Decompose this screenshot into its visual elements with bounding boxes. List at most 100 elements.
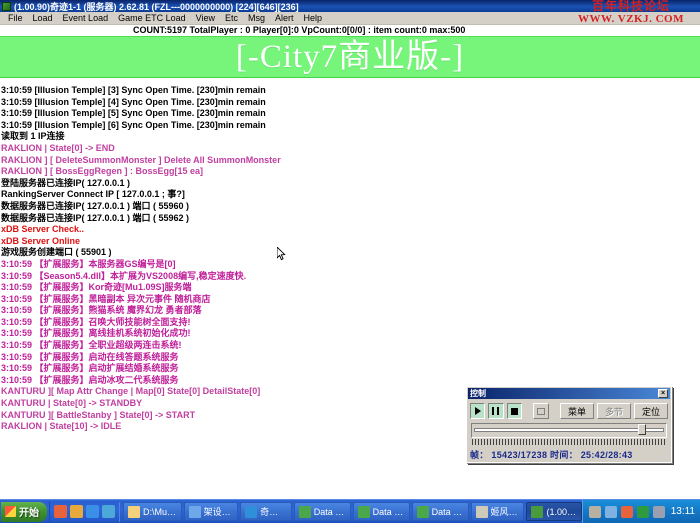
pause-icon [492, 407, 499, 415]
log-line: 3:10:59 【扩展服务】本服务器GS编号是[0] [0, 259, 700, 271]
task-icon [358, 506, 370, 518]
edition-banner: [-City7商业版-] [0, 36, 700, 78]
media-icon[interactable] [102, 505, 115, 518]
taskbar-task-button[interactable]: 奇迹Mu数... [240, 502, 292, 521]
control-dialog-titlebar[interactable]: 控制 × [468, 388, 670, 399]
task-icon [189, 506, 201, 518]
task-label: Data Server... [373, 507, 405, 517]
log-line: 3:10:59 【扩展服务】全职业超级两连击系统! [0, 340, 700, 352]
slider-track [474, 428, 664, 432]
playback-status-text: 帧： 15423/17238 时间： 25:42/28:43 [470, 448, 668, 461]
network-icon[interactable] [605, 506, 617, 518]
forum-name: 百年科技论坛 [566, 0, 696, 13]
stop-button[interactable] [507, 403, 522, 419]
task-label: (1.00.90)奇... [546, 505, 576, 518]
application-window: (1.00.90)奇迹1-1 (服务器) 2.62.81 (FZL---0000… [0, 0, 700, 523]
log-line: 3:10:59 [Illusion Temple] [3] Sync Open … [0, 85, 700, 97]
task-label: D:\MuOnline... [143, 507, 177, 517]
taskbar-task-button[interactable]: Data Server... [353, 502, 410, 521]
log-line: 3:10:59 【扩展服务】离线挂机系统初始化成功! [0, 328, 700, 340]
log-line: 数据服务器已连接IP( 127.0.0.1 ) 端口 ( 55962 ) [0, 213, 700, 225]
window-title: (1.00.90)奇迹1-1 (服务器) 2.62.81 (FZL---0000… [14, 0, 299, 12]
log-line: 登陆服务器已连接IP( 127.0.0.1 ) [0, 178, 700, 190]
menu-item-alert[interactable]: Alert [270, 13, 299, 23]
system-tray: 13:11 [582, 500, 700, 523]
eject-icon [537, 408, 545, 415]
menu-item-event-load[interactable]: Event Load [58, 13, 114, 23]
control-dialog-title: 控制 [470, 388, 486, 399]
log-line: RAKLION | State[0] -> END [0, 143, 700, 155]
clock-tray-icon[interactable] [653, 506, 665, 518]
taskbar-task-button[interactable]: 姬风网络Q... [471, 502, 525, 521]
taskbar-task-button[interactable]: Data Server... [294, 502, 351, 521]
log-line: 读取到 1 IP连接 [0, 131, 700, 143]
menu-item-help[interactable]: Help [299, 13, 328, 23]
edition-banner-text: [-City7商业版-] [236, 40, 464, 74]
task-label: Data Server... [432, 507, 464, 517]
taskbar: 开始 D:\MuOnline... 架设说明 - ... 奇迹Mu数... Data … [0, 499, 700, 523]
log-line: RAKLION ] [ DeleteSummonMonster ] Delete… [0, 155, 700, 167]
close-icon[interactable]: × [658, 389, 668, 398]
log-line: 3:10:59 【扩展服务】熊猫系统 魔界幻龙 勇者部落 [0, 305, 700, 317]
log-line: xDB Server Online [0, 236, 700, 248]
eject-button[interactable] [533, 403, 548, 419]
taskbar-clock: 13:11 [671, 506, 695, 517]
server-status-strip: COUNT:5197 TotalPlayer : 0 Player[0]:0 V… [0, 25, 700, 36]
taskbar-task-button[interactable]: Data Server... [412, 502, 469, 521]
printer-icon[interactable] [589, 506, 601, 518]
start-button-label: 开始 [19, 504, 39, 519]
locate-button[interactable]: 定位 [634, 403, 668, 419]
system-menu-icon[interactable] [2, 2, 11, 11]
task-icon [417, 506, 429, 518]
task-label: 架设说明 - ... [204, 505, 234, 518]
task-label: 姬风网络Q... [491, 505, 520, 518]
control-dialog[interactable]: 控制 × 菜单 多节 定位 帧： 15423/17238 时间： 25:42/2… [466, 386, 672, 463]
task-icon [299, 506, 311, 518]
forum-url: WWW. VZKJ. COM [566, 13, 696, 26]
menu-item-load[interactable]: Load [28, 13, 58, 23]
stop-icon [511, 408, 518, 415]
log-line: 3:10:59 [Illusion Temple] [5] Sync Open … [0, 108, 700, 120]
log-line: 3:10:59 【扩展服务】黑暗副本 异次元事件 随机商店 [0, 294, 700, 306]
pause-button[interactable] [488, 403, 503, 419]
task-icon [531, 506, 543, 518]
menu-item-file[interactable]: File [3, 13, 28, 23]
transport-button-row: 菜单 多节 定位 [470, 403, 668, 419]
task-icon [476, 506, 488, 518]
log-line: 数据服务器已连接IP( 127.0.0.1 ) 端口 ( 55960 ) [0, 201, 700, 213]
menu-item-view[interactable]: View [191, 13, 220, 23]
messenger-icon[interactable] [70, 505, 83, 518]
server-counts-text: COUNT:5197 TotalPlayer : 0 Player[0]:0 V… [133, 25, 465, 35]
start-button[interactable]: 开始 [1, 502, 47, 522]
log-line: 3:10:59 [Illusion Temple] [6] Sync Open … [0, 120, 700, 132]
log-line: 3:10:59 【扩展服务】启动冰攻二代系统服务 [0, 375, 700, 387]
log-line: 3:10:59 【Season5.4.dll】本扩展为VS2008编写,稳定速度… [0, 271, 700, 283]
task-label: 奇迹Mu数... [260, 505, 287, 518]
shield-icon[interactable] [637, 506, 649, 518]
log-line: 3:10:59 [Illusion Temple] [4] Sync Open … [0, 97, 700, 109]
task-icon [128, 506, 140, 518]
control-dialog-body: 菜单 多节 定位 帧： 15423/17238 时间： 25:42/28:43 [467, 400, 671, 464]
taskbar-task-button[interactable]: D:\MuOnline... [123, 502, 182, 521]
mouse-cursor-icon [277, 247, 286, 261]
play-button[interactable] [470, 403, 485, 419]
qq-icon[interactable] [54, 505, 67, 518]
menu-item-msg[interactable]: Msg [243, 13, 270, 23]
log-line: 游戏服务创建端口 ( 55901 ) [0, 247, 700, 259]
log-line: 3:10:59 【扩展服务】启动在线答题系统服务 [0, 352, 700, 364]
slider-thumb[interactable] [638, 424, 646, 435]
tray-icon-group [589, 506, 665, 518]
qq-tray-icon[interactable] [621, 506, 633, 518]
menu-item-game-etc-load[interactable]: Game ETC Load [113, 13, 191, 23]
task-icon [245, 506, 257, 518]
taskbar-task-button[interactable]: 架设说明 - ... [184, 502, 239, 521]
task-button-list: D:\MuOnline... 架设说明 - ... 奇迹Mu数... Data Ser… [123, 502, 582, 521]
multi-button: 多节 [597, 403, 631, 419]
taskbar-task-button[interactable]: (1.00.90)奇... [526, 502, 581, 521]
log-line: 3:10:59 【扩展服务】启动扩展结婚系统服务 [0, 363, 700, 375]
menu-item-etc[interactable]: Etc [220, 13, 243, 23]
browser-icon[interactable] [86, 505, 99, 518]
quick-launch-bar [49, 502, 120, 522]
playback-slider[interactable] [471, 423, 667, 438]
menu-button[interactable]: 菜单 [560, 403, 594, 419]
